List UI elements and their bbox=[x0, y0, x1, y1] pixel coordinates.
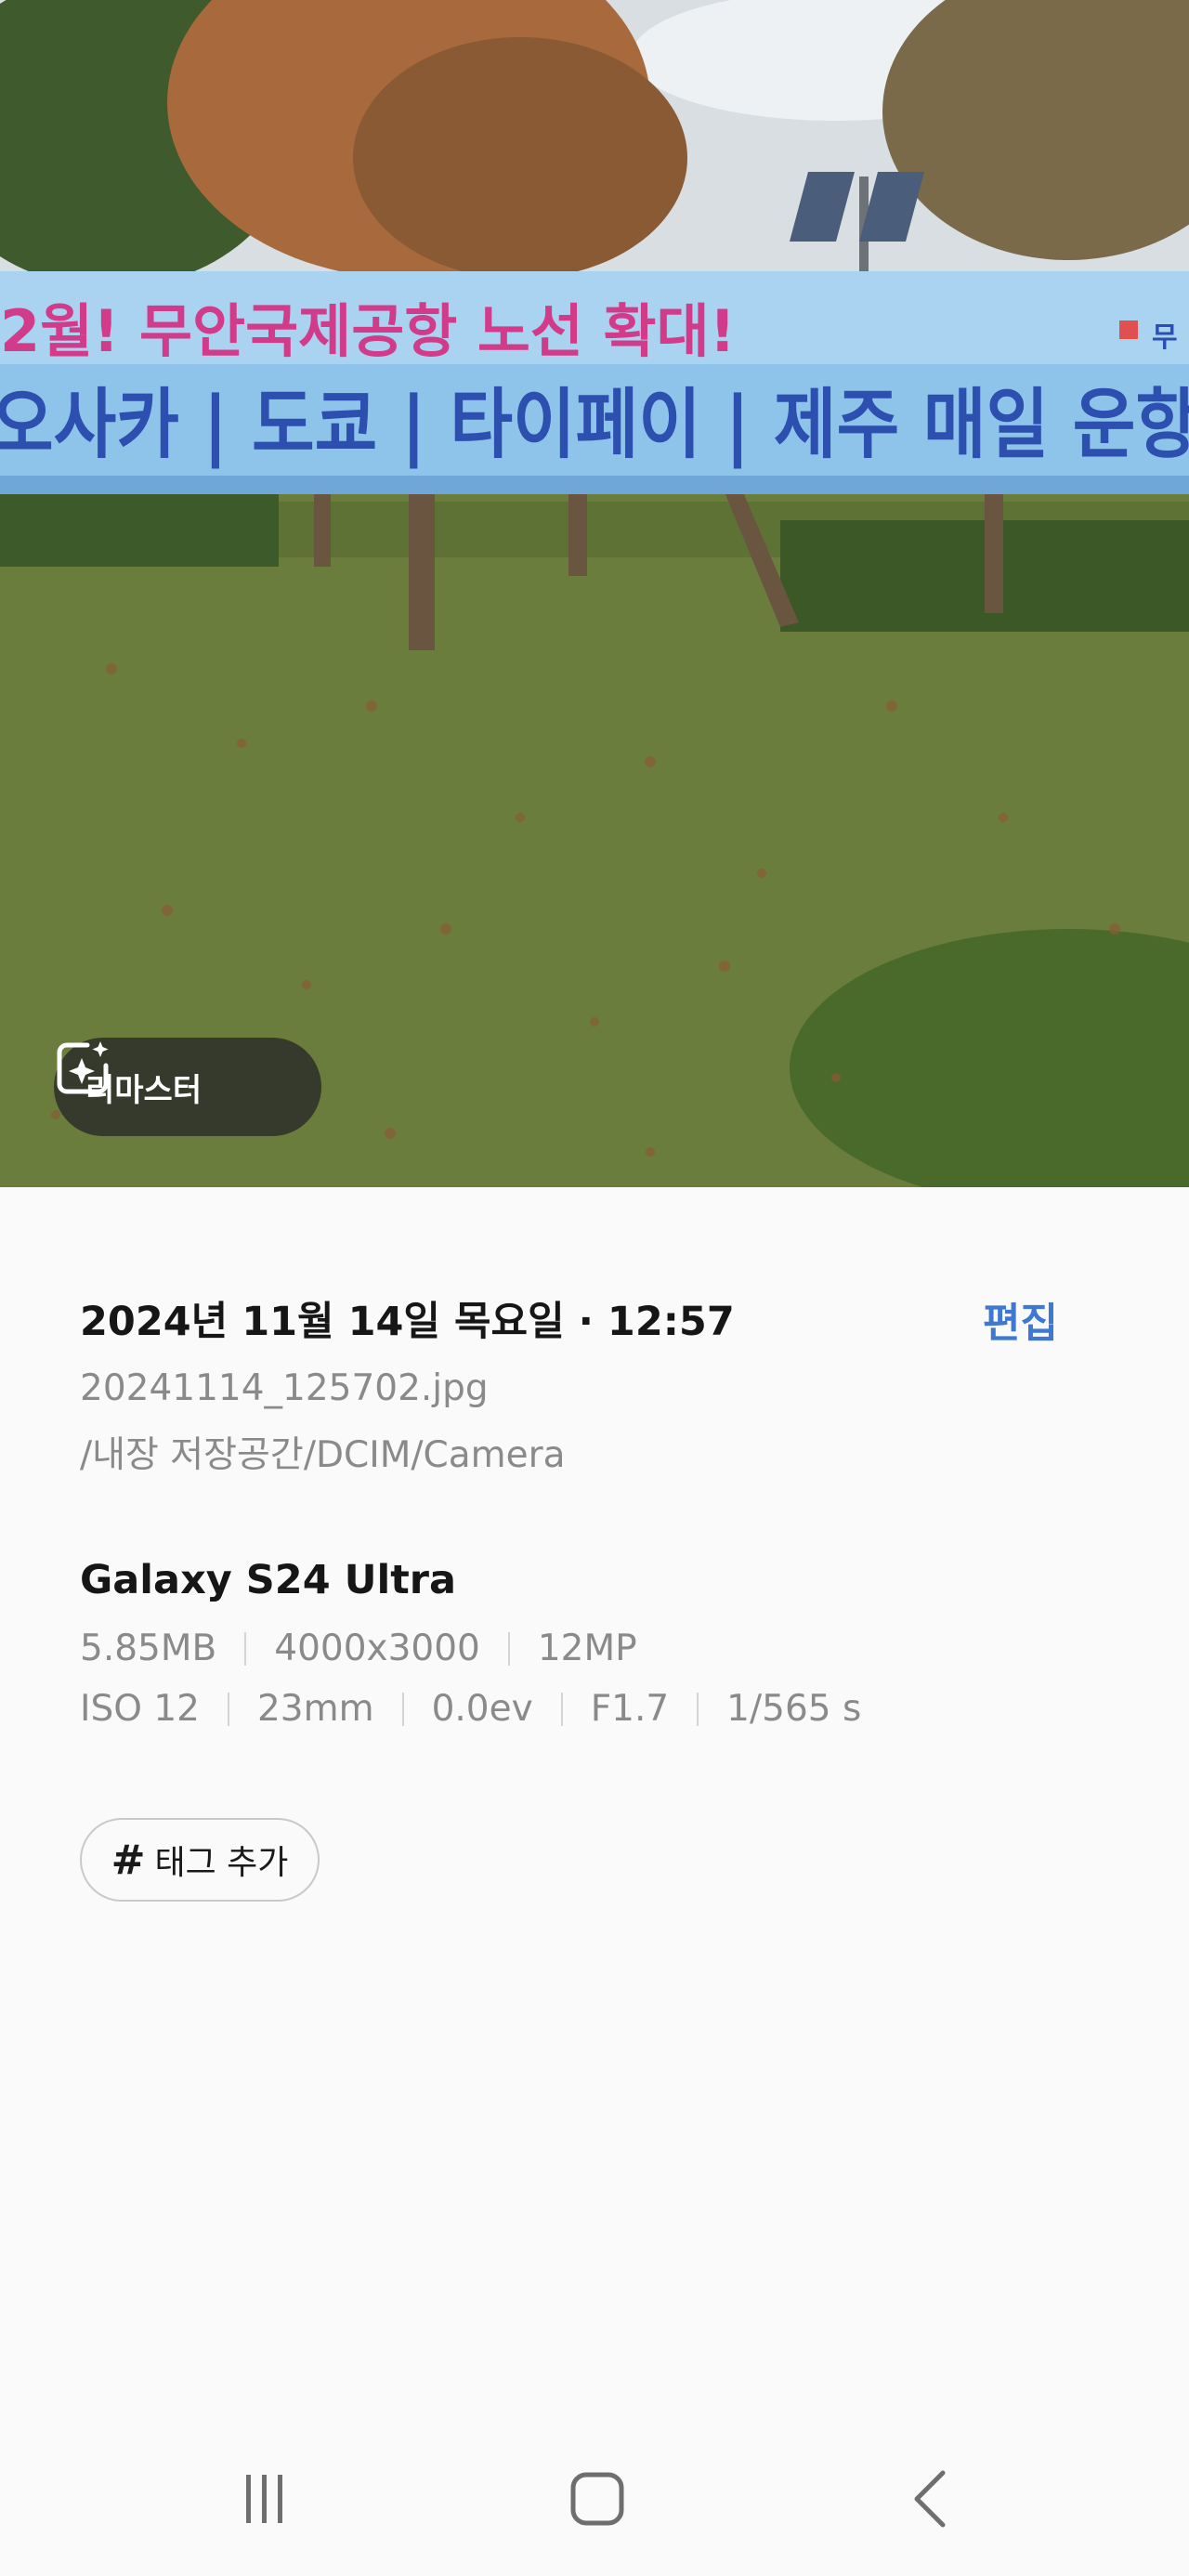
divider bbox=[227, 1692, 229, 1726]
resolution: 4000x3000 bbox=[274, 1628, 480, 1669]
edit-button[interactable]: 편집 bbox=[983, 1289, 1058, 1349]
camera-info-row: ISO 12 23mm 0.0ev F1.7 1/565 s bbox=[80, 1688, 861, 1730]
iso: ISO 12 bbox=[80, 1688, 200, 1730]
banner-text-line1: 2월! 무안국제공항 노선 확대! bbox=[0, 297, 736, 365]
divider bbox=[401, 1692, 404, 1726]
recent-apps-button[interactable] bbox=[223, 2462, 307, 2536]
photo-viewer[interactable]: 2월! 무안국제공항 노선 확대! 오사카 | 도쿄 | 타이페이 | 제주 매… bbox=[0, 0, 1189, 1187]
back-button[interactable] bbox=[890, 2462, 973, 2536]
recent-apps-icon bbox=[246, 2475, 282, 2523]
file-path: /내장 저장공간/DCIM/Camera bbox=[80, 1434, 566, 1476]
device-name: Galaxy S24 Ultra bbox=[80, 1557, 457, 1603]
photo-datetime: 2024년 11월 14일 목요일 · 12:57 bbox=[80, 1299, 735, 1345]
banner-logo-text: 무 bbox=[1152, 321, 1178, 354]
add-tag-label: 태그 추가 bbox=[154, 1844, 289, 1882]
shutter-speed: 1/565 s bbox=[726, 1688, 862, 1730]
divider bbox=[697, 1692, 699, 1726]
hash-icon: # bbox=[111, 1836, 146, 1884]
megapixels: 12MP bbox=[537, 1628, 637, 1669]
home-button[interactable] bbox=[555, 2462, 639, 2536]
home-icon bbox=[570, 2472, 624, 2526]
divider bbox=[244, 1631, 247, 1666]
banner-logo-mark bbox=[1119, 320, 1138, 339]
back-icon bbox=[914, 2470, 946, 2528]
exposure-value: 0.0ev bbox=[431, 1688, 533, 1730]
remaster-button[interactable]: 리마스터 bbox=[54, 1038, 321, 1136]
banner-text-line2: 오사카 | 도쿄 | 타이페이 | 제주 매일 운항 bbox=[0, 381, 1189, 470]
file-size: 5.85MB bbox=[80, 1628, 217, 1669]
sparkle-frame-icon bbox=[57, 1041, 109, 1094]
photo-image: 2월! 무안국제공항 노선 확대! 오사카 | 도쿄 | 타이페이 | 제주 매… bbox=[0, 0, 1189, 1187]
focal-length: 23mm bbox=[256, 1688, 374, 1730]
add-tag-button[interactable]: # 태그 추가 bbox=[80, 1818, 320, 1902]
file-name: 20241114_125702.jpg bbox=[80, 1367, 489, 1409]
divider bbox=[507, 1631, 510, 1666]
divider bbox=[560, 1692, 563, 1726]
aperture: F1.7 bbox=[590, 1688, 670, 1730]
file-info-row: 5.85MB 4000x3000 12MP bbox=[80, 1628, 637, 1669]
